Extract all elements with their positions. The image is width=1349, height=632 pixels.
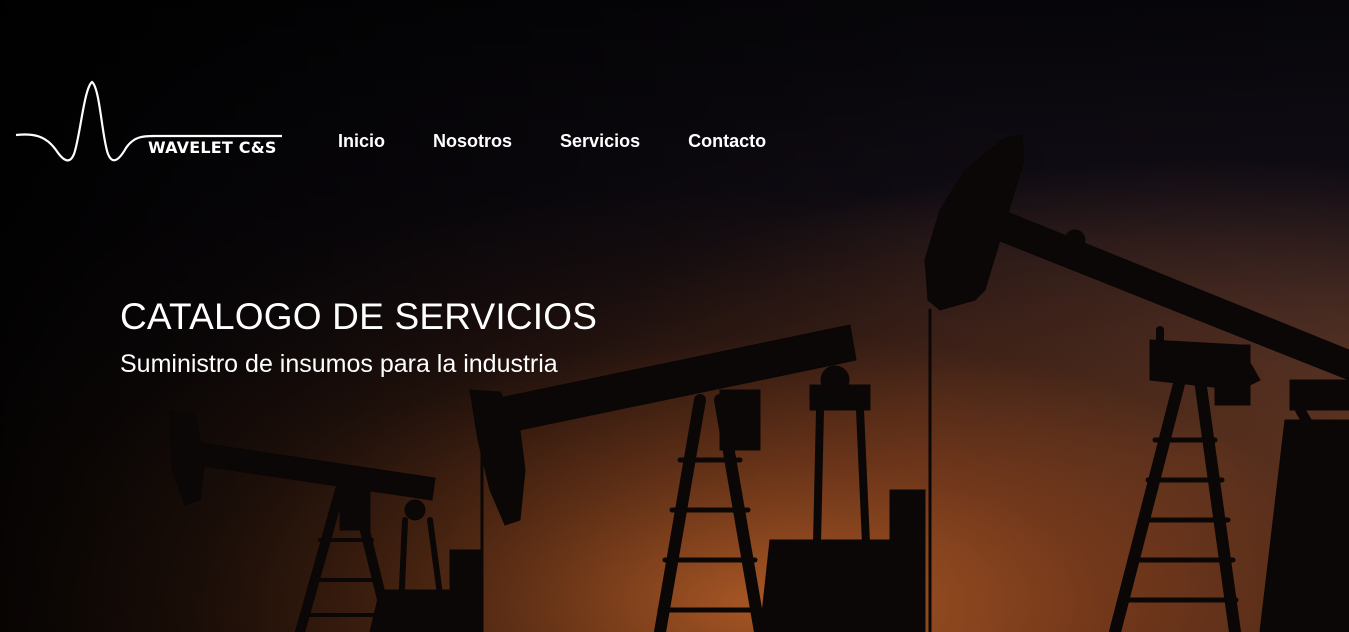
hero-subtitle: Suministro de insumos para la industria	[120, 350, 558, 378]
nav-link-servicios[interactable]: Servicios	[560, 130, 640, 152]
nav-link-inicio[interactable]: Inicio	[338, 130, 385, 152]
nav-link-nosotros[interactable]: Nosotros	[433, 130, 512, 152]
hero-title: CATALOGO DE SERVICIOS	[120, 296, 598, 337]
logo-text[interactable]: WAVELET C&S	[148, 138, 277, 157]
nav-link-contacto[interactable]: Contacto	[688, 130, 766, 152]
site-header: WAVELET C&S Inicio Nosotros Servicios Co…	[0, 0, 1349, 230]
main-nav: Inicio Nosotros Servicios Contacto	[338, 130, 814, 152]
hero-section: WAVELET C&S Inicio Nosotros Servicios Co…	[0, 0, 1349, 632]
